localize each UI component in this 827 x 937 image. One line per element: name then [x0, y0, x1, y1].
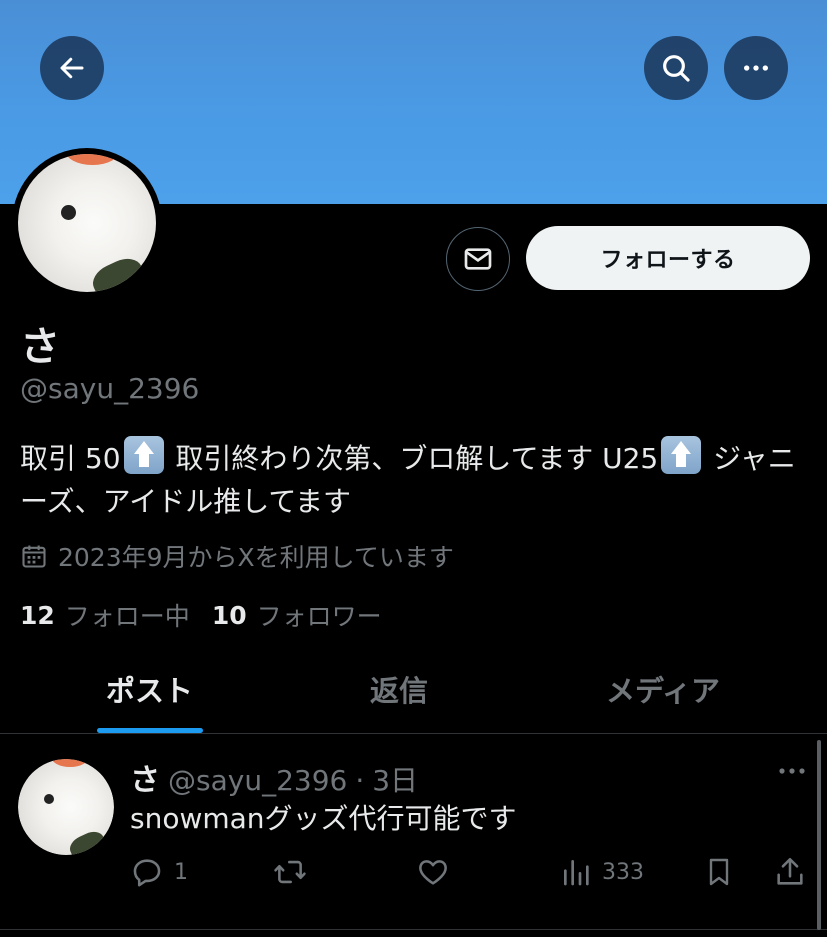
bio-text-2: 取引終わり次第、ブロ解してます U25: [166, 442, 659, 475]
calendar-icon: [22, 545, 46, 568]
tab-replies[interactable]: 返信: [370, 668, 428, 710]
avatar-image: [18, 759, 114, 855]
post-author-handle[interactable]: @sayu_2396: [168, 764, 347, 797]
post-item[interactable]: さ @sayu_2396 · 3日 snowmanグッズ代行可能です 1 333: [0, 735, 827, 930]
profile-tabs: ポスト 返信 メディア: [0, 648, 827, 734]
repost-icon: [274, 860, 306, 884]
post-text: snowmanグッズ代行可能です: [130, 802, 517, 835]
bookmark-icon: [709, 858, 729, 886]
arrow-left-icon: [60, 57, 84, 79]
more-horizontal-icon: [744, 65, 768, 71]
follow-button[interactable]: フォローする: [526, 226, 810, 290]
post-header: さ @sayu_2396 · 3日: [130, 755, 418, 799]
more-button[interactable]: [724, 36, 788, 100]
avatar-image: [18, 154, 156, 292]
post-actions: 1 333: [0, 851, 827, 895]
post-separator: ·: [355, 764, 365, 797]
followers-label[interactable]: フォロワー: [257, 597, 382, 633]
following-label[interactable]: フォロー中: [65, 597, 190, 633]
bio-text-1: 取引 50: [20, 442, 121, 475]
message-button[interactable]: [446, 227, 510, 291]
heart-icon: [419, 860, 447, 885]
like-button[interactable]: [416, 855, 450, 889]
more-horizontal-icon: [779, 768, 805, 774]
reply-icon: [133, 859, 161, 887]
follow-stats: 12 フォロー中 10 フォロワー: [20, 597, 404, 633]
share-button[interactable]: [773, 855, 807, 889]
share-icon: [777, 857, 803, 885]
post-avatar[interactable]: [18, 759, 114, 855]
tab-posts[interactable]: ポスト: [106, 668, 193, 710]
profile-handle: @sayu_2396: [20, 372, 200, 405]
post-time[interactable]: 3日: [372, 759, 418, 799]
up-arrow-emoji-icon: [123, 436, 164, 474]
search-icon: [663, 55, 690, 82]
search-button[interactable]: [644, 36, 708, 100]
tab-media[interactable]: メディア: [606, 668, 720, 710]
views-count: 333: [602, 859, 644, 885]
reply-count: 1: [174, 859, 188, 885]
profile-bio: 取引 50 取引終わり次第、ブロ解してます U25 ジャニーズ、アイドル推してま…: [20, 436, 815, 523]
reply-button[interactable]: 1: [130, 855, 188, 889]
up-arrow-emoji-icon: [661, 436, 702, 474]
joined-date: 2023年9月からXを利用しています: [20, 538, 454, 574]
scrollbar[interactable]: [817, 740, 821, 930]
repost-button[interactable]: [272, 855, 308, 889]
back-button[interactable]: [40, 36, 104, 100]
analytics-icon: [564, 860, 589, 886]
joined-text: 2023年9月からXを利用しています: [58, 543, 454, 572]
profile-avatar[interactable]: [12, 148, 162, 298]
views-button[interactable]: 333: [560, 855, 644, 889]
followers-count[interactable]: 10: [212, 601, 247, 630]
active-tab-indicator: [97, 728, 203, 733]
mail-icon: [464, 248, 492, 270]
following-count[interactable]: 12: [20, 601, 55, 630]
display-name: さ: [20, 324, 60, 370]
post-more-button[interactable]: [778, 763, 806, 782]
bookmark-button[interactable]: [703, 855, 735, 889]
post-author-name[interactable]: さ: [130, 755, 160, 799]
